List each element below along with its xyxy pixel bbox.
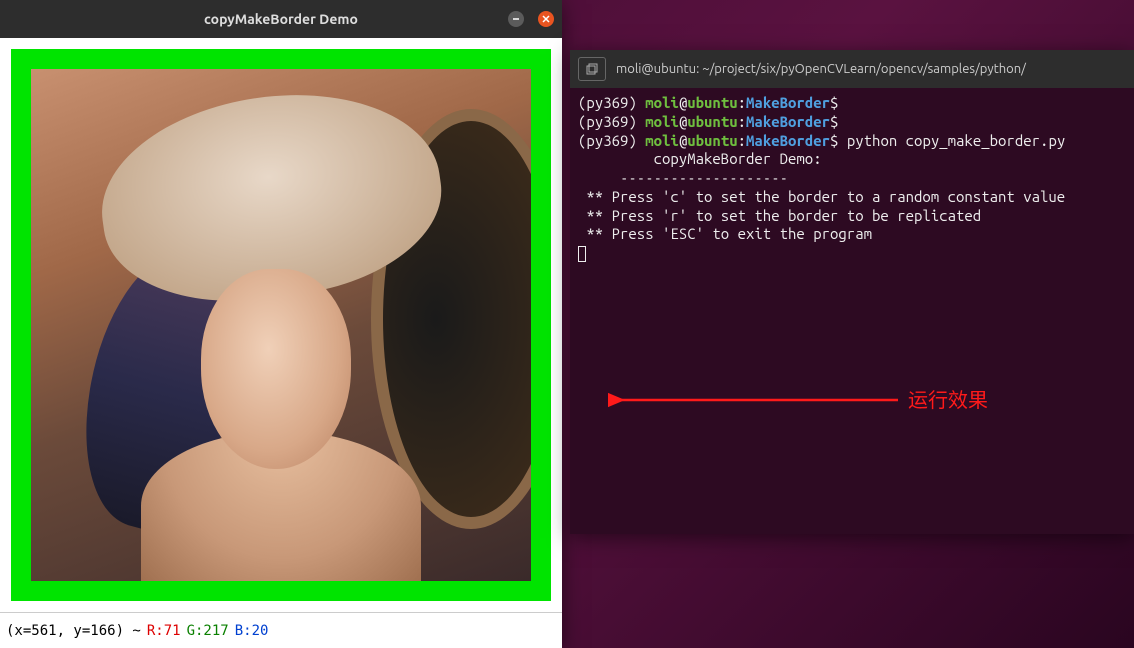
image-statusbar: (x=561, y=166) ~ R:71 G:217 B:20 [0,612,562,648]
image-window-titlebar[interactable]: copyMakeBorder Demo [0,0,562,38]
terminal-line: (py369) moli@ubuntu:MakeBorder$ [578,113,1126,132]
terminal-output: ** Press 'c' to set the border to a rand… [578,188,1126,207]
terminal-window: moli@ubuntu: ~/project/six/pyOpenCVLearn… [570,50,1134,534]
new-tab-icon [585,62,599,76]
cursor-icon [578,246,586,262]
image-canvas[interactable] [0,38,562,612]
image-window: copyMakeBorder Demo (x=561, y=166) ~ R:7… [0,0,562,648]
border-region [11,49,551,601]
terminal-line: (py369) moli@ubuntu:MakeBorder$ [578,94,1126,113]
window-controls [508,0,554,38]
terminal-output: ** Press 'r' to set the border to be rep… [578,207,1126,226]
minimize-button[interactable] [508,11,524,27]
terminal-output: -------------------- [578,169,1126,188]
new-tab-button[interactable] [578,57,606,81]
image-window-title: copyMakeBorder Demo [204,11,358,27]
terminal-titlebar[interactable]: moli@ubuntu: ~/project/six/pyOpenCVLearn… [570,50,1134,88]
close-button[interactable] [538,11,554,27]
face-shape [201,269,351,469]
status-b: B:20 [235,623,269,639]
terminal-output: ** Press 'ESC' to exit the program [578,225,1126,244]
terminal-output: copyMakeBorder Demo: [578,150,1126,169]
status-r: R:71 [147,623,181,639]
terminal-title: moli@ubuntu: ~/project/six/pyOpenCVLearn… [616,62,1026,76]
lena-image [31,69,531,581]
status-coords: (x=561, y=166) ~ [6,623,141,639]
terminal-body[interactable]: (py369) moli@ubuntu:MakeBorder$(py369) m… [570,88,1134,269]
terminal-cursor-line [578,244,1126,263]
terminal-line: (py369) moli@ubuntu:MakeBorder$ python c… [578,132,1126,151]
status-g: G:217 [187,623,229,639]
